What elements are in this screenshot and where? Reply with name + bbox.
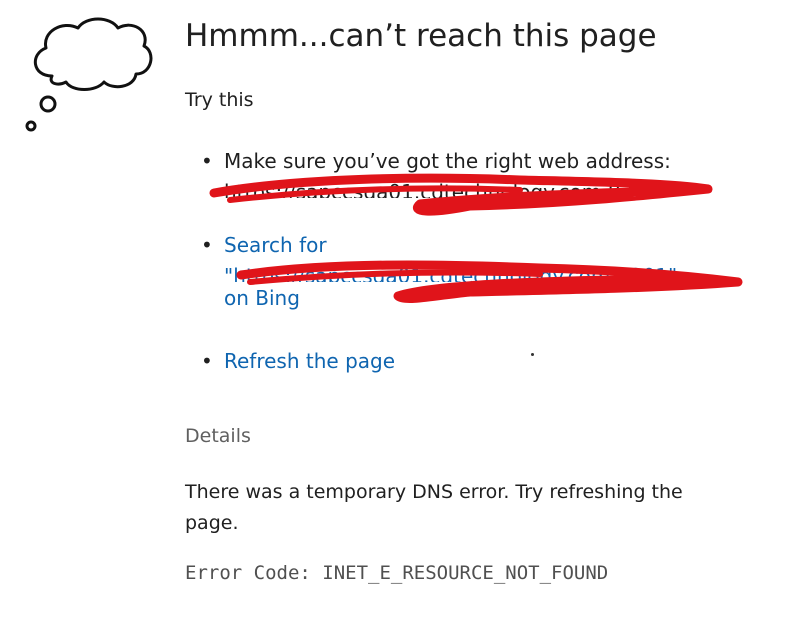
details-toggle[interactable]: Details bbox=[185, 425, 251, 447]
search-for-prefix[interactable]: Search for bbox=[224, 233, 327, 257]
list-item-refresh: Refresh the page bbox=[185, 345, 745, 385]
list-item-search-bing: Search for "https://sapccsqa01.cdtechnol… bbox=[185, 229, 745, 345]
search-for-link[interactable]: Search for "https://sapccsqa01.cdtechnol… bbox=[224, 233, 745, 310]
search-suffix[interactable]: on Bing bbox=[224, 286, 300, 310]
check-address-text: Make sure you’ve got the right web addre… bbox=[224, 149, 671, 173]
page-title: Hmmm...can’t reach this page bbox=[185, 18, 657, 54]
redacted-url: https://sapccsqa01.cdtechnology.com:8201 bbox=[224, 180, 659, 198]
stray-dot bbox=[531, 353, 534, 356]
try-this-heading: Try this bbox=[185, 89, 254, 111]
suggestion-list: Make sure you’ve got the right web addre… bbox=[185, 145, 745, 385]
details-text: There was a temporary DNS error. Try ref… bbox=[185, 481, 683, 534]
list-item-check-address: Make sure you’ve got the right web addre… bbox=[185, 145, 745, 229]
search-query[interactable]: "https://sapccsqa01.cdtechnology.com:820… bbox=[224, 262, 745, 282]
refresh-page-link[interactable]: Refresh the page bbox=[224, 349, 395, 373]
thought-cloud-icon bbox=[25, 17, 153, 132]
error-code: Error Code: INET_E_RESOURCE_NOT_FOUND bbox=[185, 562, 609, 584]
